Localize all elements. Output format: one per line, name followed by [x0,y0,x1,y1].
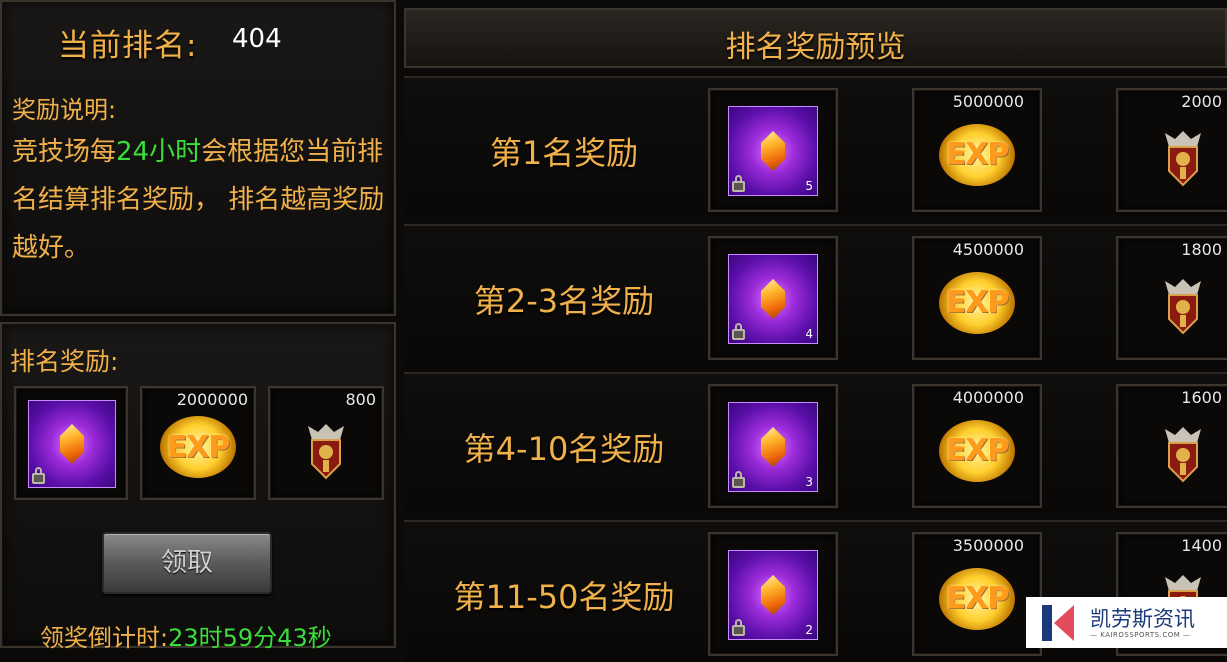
reward-row-label: 第2-3名奖励 [473,282,655,320]
exp-amount: 2000000 [176,390,248,409]
watermark-name: 凯劳斯资讯 [1090,607,1195,631]
row-slot-exp[interactable]: 3500000 EXP [912,532,1042,656]
reward-description-text: 竞技场每24小时会根据您当前排名结算排名奖励， 排名越高奖励越好。 [12,128,390,272]
row-slot-exp[interactable]: 4000000 EXP [912,384,1042,508]
reward-row: 第4-10名奖励 3 4000000 EXP 1600 [404,372,1227,514]
row-slot-gem[interactable]: 5 [708,88,838,212]
lock-icon [732,175,745,192]
exp-amount: 4500000 [952,240,1024,259]
reward-preview-header: 排名奖励预览 [404,8,1227,68]
medal-amount: 1600 [1181,388,1222,407]
medal-amount: 1800 [1181,240,1222,259]
row-slot-medal[interactable]: 2000 [1116,88,1227,212]
exp-amount: 4000000 [952,388,1024,407]
row-slot-exp[interactable]: 5000000 EXP [912,88,1042,212]
gem-quantity: 4 [805,327,813,341]
reward-row-label: 第4-10名奖励 [463,430,665,468]
exp-icon: EXP [939,567,1015,630]
kairos-logo-icon [1042,605,1074,641]
row-slot-medal[interactable]: 1800 [1116,236,1227,360]
watermark-subtitle: — KAIROSSPORTS.COM — [1090,631,1191,639]
reward-slot-medal[interactable]: 800 [268,386,384,500]
current-rank-panel: 当前排名: 404 奖励说明: 竞技场每24小时会根据您当前排名结算排名奖励， … [0,0,396,316]
row-slot-gem[interactable]: 2 [708,532,838,656]
current-rank-value: 404 [232,24,282,54]
medal-amount: 800 [345,390,376,409]
reward-preview-title: 排名奖励预览 [725,30,906,65]
reward-row-label: 第11-50名奖励 [453,578,675,616]
gem-icon [28,400,116,488]
current-rank-label: 当前排名: [58,28,198,64]
medal-icon [1165,279,1201,335]
exp-icon: EXP [939,419,1015,482]
exp-icon: EXP [939,123,1015,186]
lock-icon [732,471,745,488]
gem-icon: 4 [728,254,818,344]
gem-quantity: 2 [805,623,813,637]
reward-row-label: 第1名奖励 [489,134,639,172]
reward-description-title: 奖励说明: [12,96,117,124]
medal-amount: 1400 [1181,536,1222,555]
row-slot-medal[interactable]: 1600 [1116,384,1227,508]
gem-quantity: 5 [805,179,813,193]
exp-amount: 5000000 [952,92,1024,111]
medal-icon [1165,131,1201,187]
gem-icon: 2 [728,550,818,640]
lock-icon [732,323,745,340]
exp-icon: EXP [160,416,236,479]
medal-icon [308,423,344,480]
lock-icon [732,619,745,636]
reward-slot-gem[interactable] [14,386,128,500]
ranking-reward-title: 排名奖励: [10,347,119,376]
reward-row: 第2-3名奖励 4 4500000 EXP 1800 [404,224,1227,366]
description-text-start: 竞技场每 [12,137,117,167]
row-slot-gem[interactable]: 3 [708,384,838,508]
medal-amount: 2000 [1181,92,1222,111]
row-slot-exp[interactable]: 4500000 EXP [912,236,1042,360]
claim-button[interactable]: 领取 [102,532,272,594]
exp-icon: EXP [939,271,1015,334]
gem-icon: 5 [728,106,818,196]
description-highlight: 24小时 [116,137,202,167]
medal-icon [1165,427,1201,483]
lock-icon [32,467,45,484]
ranking-reward-panel: 排名奖励: 2000000 EXP 800 领取 领奖倒计时:23时59分43秒 [0,322,396,652]
row-slot-gem[interactable]: 4 [708,236,838,360]
exp-amount: 3500000 [952,536,1024,555]
reward-slot-exp[interactable]: 2000000 EXP [140,386,256,500]
gem-icon: 3 [728,402,818,492]
watermark: 凯劳斯资讯 — KAIROSSPORTS.COM — [1026,597,1227,648]
reward-row: 第1名奖励 5 5000000 EXP 2000 [404,76,1227,218]
gem-quantity: 3 [805,475,813,489]
